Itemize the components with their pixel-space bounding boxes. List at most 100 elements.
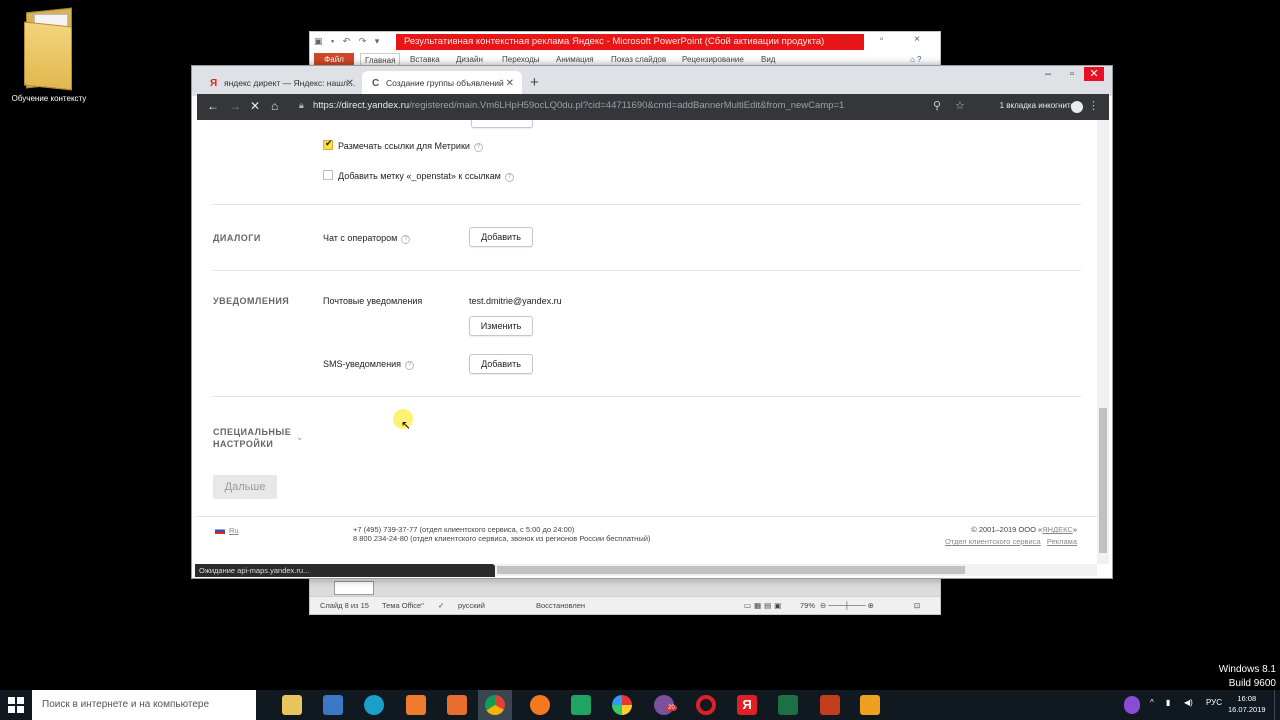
system-clock[interactable]: 16:08 16.07.2019	[1228, 693, 1266, 715]
recorder-icon[interactable]	[406, 695, 426, 715]
yandex-browser-icon[interactable]: Я	[737, 695, 757, 715]
spellcheck-icon[interactable]: ✓	[438, 601, 444, 610]
excel-icon[interactable]	[778, 695, 798, 715]
sms-notifications-label: SMS-уведомления?	[323, 359, 415, 370]
chevron-down-icon: ⌄	[296, 432, 304, 442]
minimize-button[interactable]: –	[1036, 68, 1060, 80]
file-explorer-icon[interactable]	[282, 695, 302, 715]
scrollbar-thumb[interactable]	[497, 566, 965, 574]
zoom-slider[interactable]: ⊖ ───┼─── ⊕	[820, 601, 874, 610]
language-indicator[interactable]: русский	[458, 601, 485, 610]
powerpoint-titlebar[interactable]: ▣ ▪ ↶ ↷ ▾ Результативная контекстная рек…	[310, 32, 940, 52]
copyright: © 2001–2019 ООО «ЯНДЕКС»	[971, 525, 1077, 534]
tab-animation[interactable]: Анимация	[556, 55, 594, 64]
tab-slideshow[interactable]: Показ слайдов	[611, 55, 666, 64]
menu-icon[interactable]: ⋮	[1088, 99, 1099, 112]
desktop-folder-icon[interactable]: Обучение контексту	[8, 4, 90, 103]
help-icon[interactable]: ?	[405, 361, 415, 370]
next-button[interactable]: Дальше	[213, 475, 277, 499]
tab-transitions[interactable]: Переходы	[502, 55, 540, 64]
forward-button[interactable]: →	[229, 99, 241, 113]
help-icon[interactable]: ?	[504, 173, 514, 182]
zoom-icon[interactable]: ⚲	[933, 99, 941, 112]
partial-button[interactable]	[471, 120, 533, 128]
ads-link[interactable]: Реклама	[1047, 537, 1077, 546]
zoom-level[interactable]: 79%	[800, 601, 815, 610]
desktop-folder-label: Обучение контексту	[11, 94, 87, 103]
tab-insert[interactable]: Вставка	[410, 55, 440, 64]
paint-app-icon[interactable]	[612, 695, 632, 715]
sms-add-button[interactable]: Добавить	[469, 354, 533, 374]
incognito-icon[interactable]	[1071, 101, 1083, 113]
lock-icon[interactable]: 🔒︎	[299, 100, 304, 111]
close-icon[interactable]: ✕	[346, 71, 354, 96]
email-notifications-label: Почтовые уведомления	[323, 296, 423, 306]
support-link[interactable]: Отдел клиентского сервиса	[945, 537, 1041, 546]
show-desktop-button[interactable]	[1274, 690, 1280, 720]
powerpoint-window-controls[interactable]: – ▫ ×	[843, 34, 934, 45]
screenshot-app-icon[interactable]	[447, 695, 467, 715]
browser-tab-create-group[interactable]: C Создание группы объявлений ✕	[362, 71, 522, 96]
page-content: Размечать ссылки для Метрики? Добавить м…	[197, 120, 1097, 564]
language-switcher[interactable]: Ru	[215, 526, 239, 535]
email-value: test.dmitrie@yandex.ru	[469, 296, 562, 306]
browser-tabbar: Я яндекс директ — Яндекс: нашл... ✕ C Со…	[192, 66, 1112, 96]
start-button[interactable]	[8, 697, 24, 713]
taskbar-search[interactable]: Поиск в интернете и на компьютере	[32, 690, 256, 720]
microphone-icon[interactable]	[1124, 696, 1140, 714]
vertical-scrollbar[interactable]	[1097, 120, 1109, 564]
maximize-button[interactable]: ▫	[1060, 68, 1084, 80]
powerpoint-icon[interactable]	[820, 695, 840, 715]
network-icon[interactable]: ▮	[1166, 698, 1170, 707]
opera-icon[interactable]	[696, 695, 716, 715]
view-buttons[interactable]: ▭▦▤▣	[744, 601, 784, 610]
hangouts-icon[interactable]	[571, 695, 591, 715]
close-window-button[interactable]: ✕	[1084, 67, 1104, 81]
quick-access-toolbar[interactable]: ▣ ▪ ↶ ↷ ▾	[314, 36, 382, 47]
taskbar: Поиск в интернете и на компьютере 20 Я ^…	[0, 690, 1280, 720]
home-button[interactable]: ⌂	[271, 99, 278, 113]
address-bar[interactable]: https://direct.yandex.ru/registered/main…	[313, 100, 844, 111]
tab-review[interactable]: Рецензирование	[682, 55, 744, 64]
close-icon[interactable]: ✕	[506, 71, 514, 96]
powerpoint-statusbar: Слайд 8 из 15 Тема Office" ✓ русский Вос…	[310, 596, 940, 614]
tab-title: яндекс директ — Яндекс: нашл...	[224, 78, 356, 88]
keyboard-language[interactable]: РУС	[1206, 698, 1222, 707]
browser-window[interactable]: Я яндекс директ — Яндекс: нашл... ✕ C Со…	[191, 65, 1113, 579]
incognito-label[interactable]: 1 вкладка инкогнито	[1000, 101, 1075, 110]
clock-date: 16.07.2019	[1228, 705, 1266, 714]
mouse-cursor-icon: ↖	[401, 418, 412, 432]
browser-toolbar: ← → ✕ ⌂ 🔒︎ https://direct.yandex.ru/regi…	[197, 94, 1109, 120]
help-icon[interactable]: ⌂ ?	[910, 55, 922, 64]
new-tab-button[interactable]: +	[530, 74, 539, 91]
firefox-icon[interactable]	[530, 695, 550, 715]
back-button[interactable]: ←	[207, 99, 219, 113]
tab-design[interactable]: Дизайн	[456, 55, 483, 64]
tray-expand-icon[interactable]: ^	[1150, 698, 1154, 707]
openstat-checkbox[interactable]	[323, 170, 333, 180]
change-email-button[interactable]: Изменить	[469, 316, 533, 336]
metrika-checkbox[interactable]	[323, 138, 333, 150]
chat-operator-label: Чат с оператором?	[323, 233, 411, 244]
yandex-link[interactable]: ЯНДЕКС	[1042, 525, 1073, 534]
stop-button[interactable]: ✕	[250, 99, 260, 113]
help-icon[interactable]: ?	[473, 143, 483, 152]
bookmark-star-icon[interactable]: ☆	[955, 99, 965, 112]
slide-thumbnail[interactable]	[334, 581, 374, 595]
section-dialogs-header: ДИАЛОГИ	[213, 233, 261, 243]
volume-icon[interactable]: ◀)	[1184, 698, 1193, 707]
chrome-icon[interactable]	[485, 695, 505, 715]
footer-links: Отдел клиентского сервиса Реклама	[945, 537, 1077, 546]
fit-slide-icon[interactable]: ⊡	[914, 601, 920, 610]
scrollbar-thumb[interactable]	[1099, 408, 1107, 553]
special-settings-header-line1: СПЕЦИАЛЬНЫЕ	[213, 427, 292, 437]
help-icon[interactable]: ?	[401, 235, 411, 244]
divider	[213, 204, 1081, 205]
chat-add-button[interactable]: Добавить	[469, 227, 533, 247]
video-player-icon[interactable]	[860, 695, 880, 715]
media-player-icon[interactable]	[323, 695, 343, 715]
browser-app-icon[interactable]	[364, 695, 384, 715]
slide-thumbnail-strip[interactable]	[310, 580, 940, 596]
browser-tab-yandex-search[interactable]: Я яндекс директ — Яндекс: нашл... ✕	[200, 71, 362, 96]
tab-view[interactable]: Вид	[761, 55, 775, 64]
